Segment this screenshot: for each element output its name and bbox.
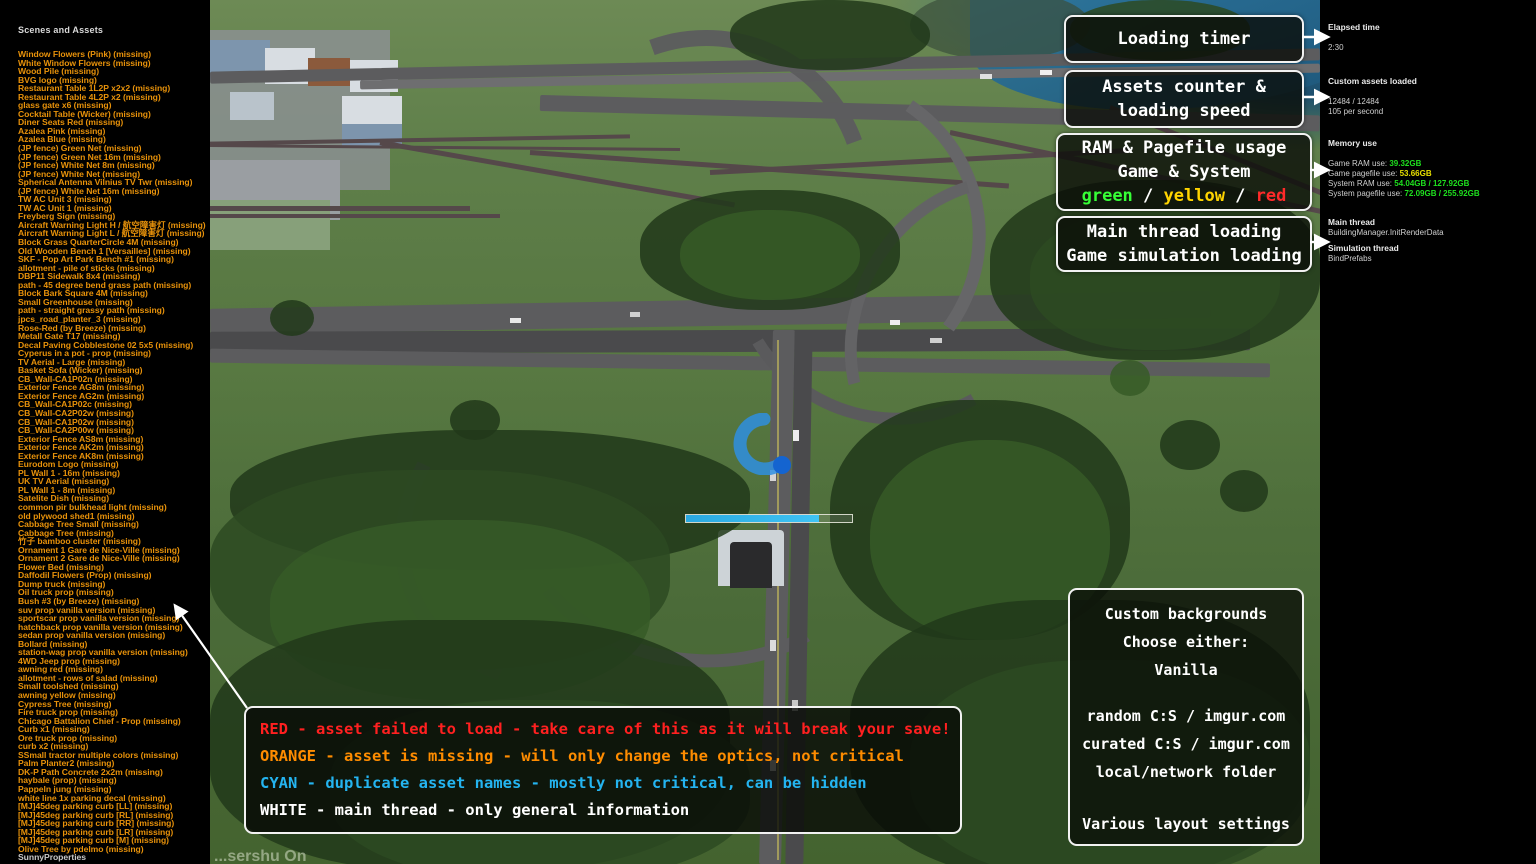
asset-log-list[interactable]: Window Flowers (Pink) (missing) White Win… <box>0 36 210 862</box>
assets-loaded-block: Custom assets loaded 12484 / 12484 105 p… <box>1328 76 1534 117</box>
callout-ram-pagefile: RAM & Pagefile usage Game & System green /… <box>1056 133 1312 211</box>
main-thread-value: BuildingManager.InitRenderData <box>1328 228 1444 237</box>
memory-row-value: 72.09GB / 255.92GB <box>1404 189 1480 198</box>
elapsed-time-value: 2:30 <box>1328 43 1344 52</box>
callout-line: Game simulation loading <box>1066 246 1302 266</box>
backgrounds-option[interactable]: Choose either: <box>1070 628 1302 656</box>
legend-line: WHITE - main thread - only general infor… <box>260 801 690 819</box>
memory-row-value: 53.66GB <box>1399 169 1432 178</box>
color-legend-box: RED - asset failed to load - take care o… <box>244 706 962 834</box>
callout-line: Game & System <box>1117 162 1251 182</box>
callout-thread-loading: Main thread loading Game simulation loadi… <box>1056 216 1312 272</box>
callout-line: Loading timer <box>1117 29 1251 49</box>
elapsed-time-block: Elapsed time 2:30 <box>1328 22 1534 53</box>
callout-line: Assets counter & <box>1102 77 1266 97</box>
stats-panel: Elapsed time 2:30 Custom assets loaded 1… <box>1320 0 1536 864</box>
loading-screen-root: Scenes and Assets Window Flowers (Pink) … <box>0 0 1536 864</box>
main-thread-title: Main thread <box>1328 217 1375 227</box>
asset-log-sidebar[interactable]: Scenes and Assets Window Flowers (Pink) … <box>0 0 210 864</box>
memory-row-value: 54.04GB / 127.92GB <box>1394 179 1470 188</box>
sidebar-header: Scenes and Assets <box>18 25 104 35</box>
callout-segment: / <box>1224 186 1256 206</box>
backgrounds-option[interactable]: Custom backgrounds <box>1070 600 1302 628</box>
callout-line: green / yellow / red <box>1082 184 1287 208</box>
assets-loading-speed: 105 per second <box>1328 107 1384 116</box>
legend-line: CYAN - duplicate asset names - mostly no… <box>260 774 867 792</box>
simulation-thread-block: Simulation thread BindPrefabs <box>1328 243 1534 264</box>
loading-progress-bar <box>685 514 853 523</box>
memory-rows: Game RAM use: 39.32GB Game pagefile use: … <box>1328 159 1534 199</box>
backgrounds-option[interactable]: Vanilla <box>1070 656 1302 684</box>
callout-loading-timer: Loading timer <box>1064 15 1304 63</box>
loading-spinner <box>733 412 795 476</box>
simulation-thread-title: Simulation thread <box>1328 243 1399 253</box>
callout-segment: green <box>1081 186 1133 206</box>
memory-row-label: System pagefile use: <box>1328 189 1405 198</box>
memory-row: Game pagefile use: 53.66GB <box>1328 169 1534 179</box>
assets-loaded-count: 12484 / 12484 <box>1328 97 1380 106</box>
memory-use-block: Memory use Game RAM use: 39.32GB Game pag… <box>1328 138 1534 199</box>
callout-line: loading speed <box>1117 101 1251 121</box>
custom-backgrounds-box: Custom backgrounds Choose either: Vanilla r… <box>1068 588 1304 846</box>
loading-progress-fill <box>686 515 819 522</box>
memory-row: Game RAM use: 39.32GB <box>1328 159 1534 169</box>
simulation-thread-value: BindPrefabs <box>1328 254 1372 263</box>
callout-line: Main thread loading <box>1086 222 1282 242</box>
main-thread-block: Main thread BuildingManager.InitRenderDa… <box>1328 217 1534 238</box>
city-name-label: ...sershu On <box>214 848 307 864</box>
backgrounds-option[interactable]: curated C:S / imgur.com <box>1070 730 1302 758</box>
legend-line: RED - asset failed to load - take care o… <box>260 720 951 738</box>
elapsed-time-title: Elapsed time <box>1328 22 1380 32</box>
callout-line: RAM & Pagefile usage <box>1081 138 1287 158</box>
memory-use-title: Memory use <box>1328 138 1377 148</box>
callout-segment: red <box>1255 186 1287 206</box>
memory-row-value: 39.32GB <box>1389 159 1422 168</box>
memory-row-label: System RAM use: <box>1328 179 1395 188</box>
callout-segment: / <box>1132 186 1164 206</box>
backgrounds-option[interactable]: random C:S / imgur.com <box>1070 702 1302 730</box>
backgrounds-option[interactable]: Various layout settings <box>1070 810 1302 838</box>
memory-row: System pagefile use: 72.09GB / 255.92GB <box>1328 189 1534 199</box>
log-item: SunnyProperties <box>18 852 87 863</box>
backgrounds-option[interactable]: local/network folder <box>1070 758 1302 786</box>
legend-line: ORANGE - asset is missing - will only ch… <box>260 747 904 765</box>
memory-row-label: Game RAM use: <box>1328 159 1390 168</box>
callout-assets-counter: Assets counter & loading speed <box>1064 70 1304 128</box>
memory-row-label: Game pagefile use: <box>1328 169 1400 178</box>
assets-loaded-title: Custom assets loaded <box>1328 76 1417 86</box>
memory-row: System RAM use: 54.04GB / 127.92GB <box>1328 179 1534 189</box>
callout-segment: yellow <box>1163 186 1225 206</box>
